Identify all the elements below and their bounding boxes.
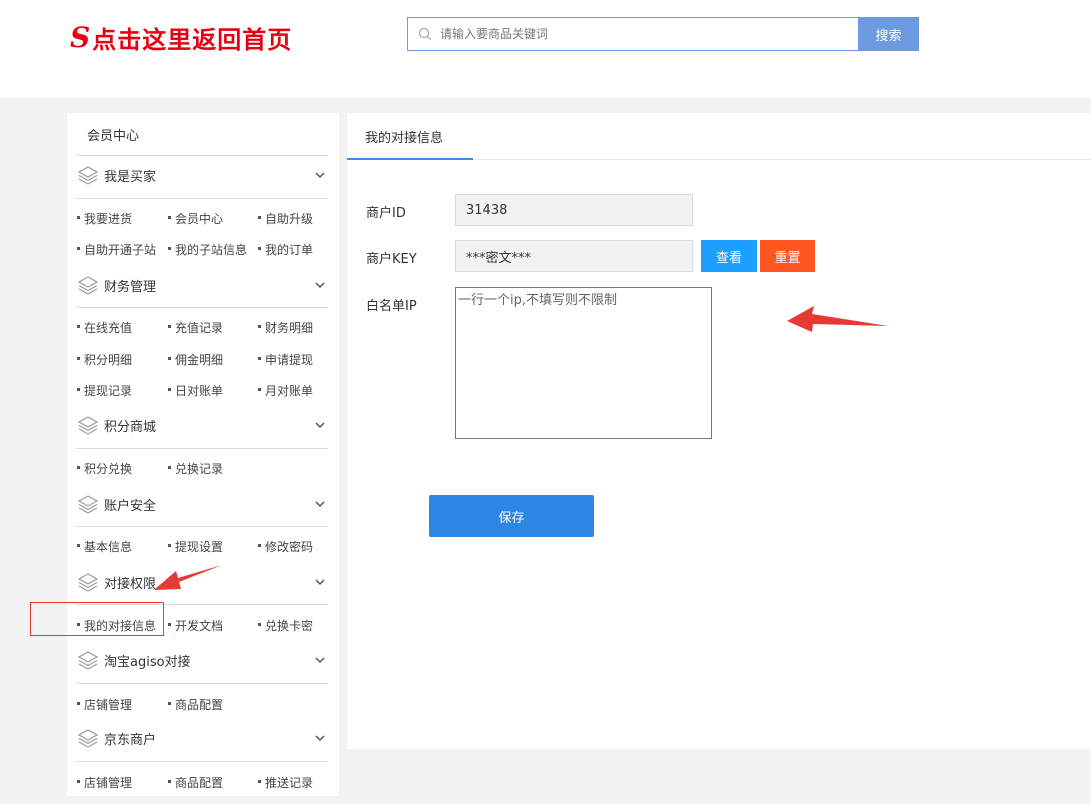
annotation-arrow-icon xyxy=(787,306,888,332)
annotation-arrows xyxy=(154,306,888,590)
annotation-arrow-icon xyxy=(154,565,222,590)
